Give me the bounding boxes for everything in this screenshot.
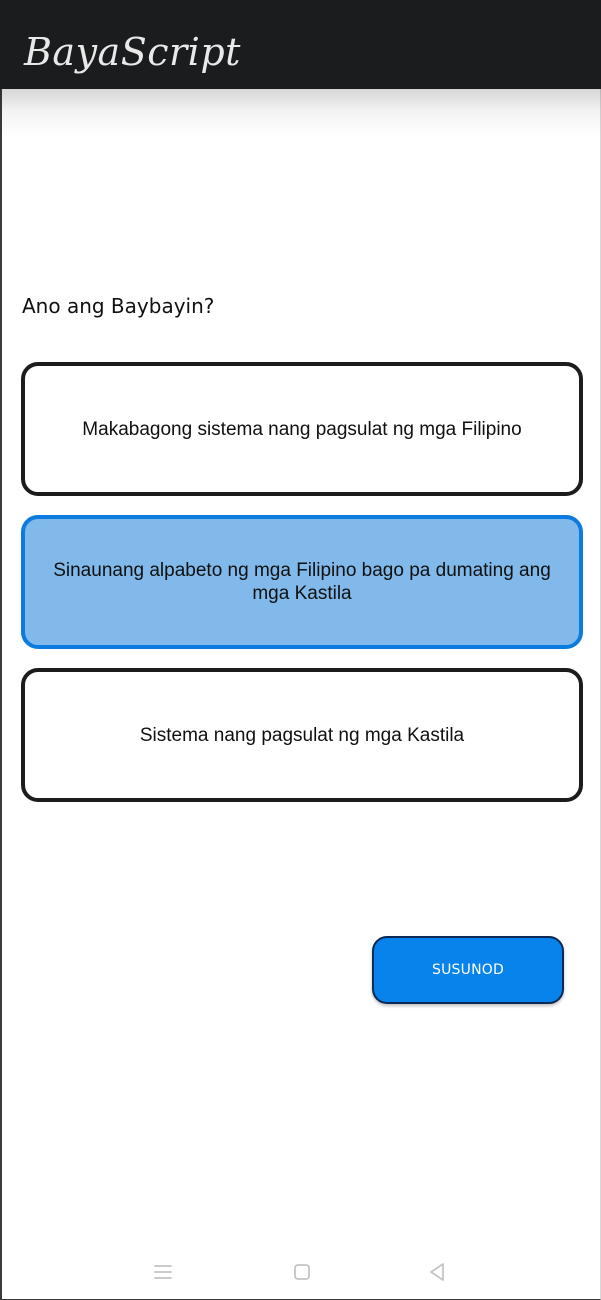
answer-option-label: Sinaunang alpabeto ng mga Filipino bago … [53,560,551,604]
home-square-icon[interactable] [290,1260,314,1284]
app-bar: BayaScript [0,0,601,89]
answer-option-2-selected[interactable]: Sinaunang alpabeto ng mga Filipino bago … [21,515,583,649]
system-nav-bar [0,1250,601,1296]
app-title: BayaScript [24,30,241,74]
menu-icon[interactable] [151,1260,175,1284]
screen-frame [0,0,601,1300]
answer-option-1[interactable]: Makabagong sistema nang pagsulat ng mga … [21,362,583,496]
answer-option-label: Makabagong sistema nang pagsulat ng mga … [82,418,522,440]
app-bar-shadow [0,89,601,137]
question-text: Ano ang Baybayin? [22,294,215,318]
next-button[interactable]: SUSUNOD [372,936,564,1004]
back-triangle-icon[interactable] [425,1260,449,1284]
answer-option-3[interactable]: Sistema nang pagsulat ng mga Kastila [21,668,583,802]
answer-option-label: Sistema nang pagsulat ng mga Kastila [139,724,465,746]
next-button-label: SUSUNOD [432,962,504,978]
